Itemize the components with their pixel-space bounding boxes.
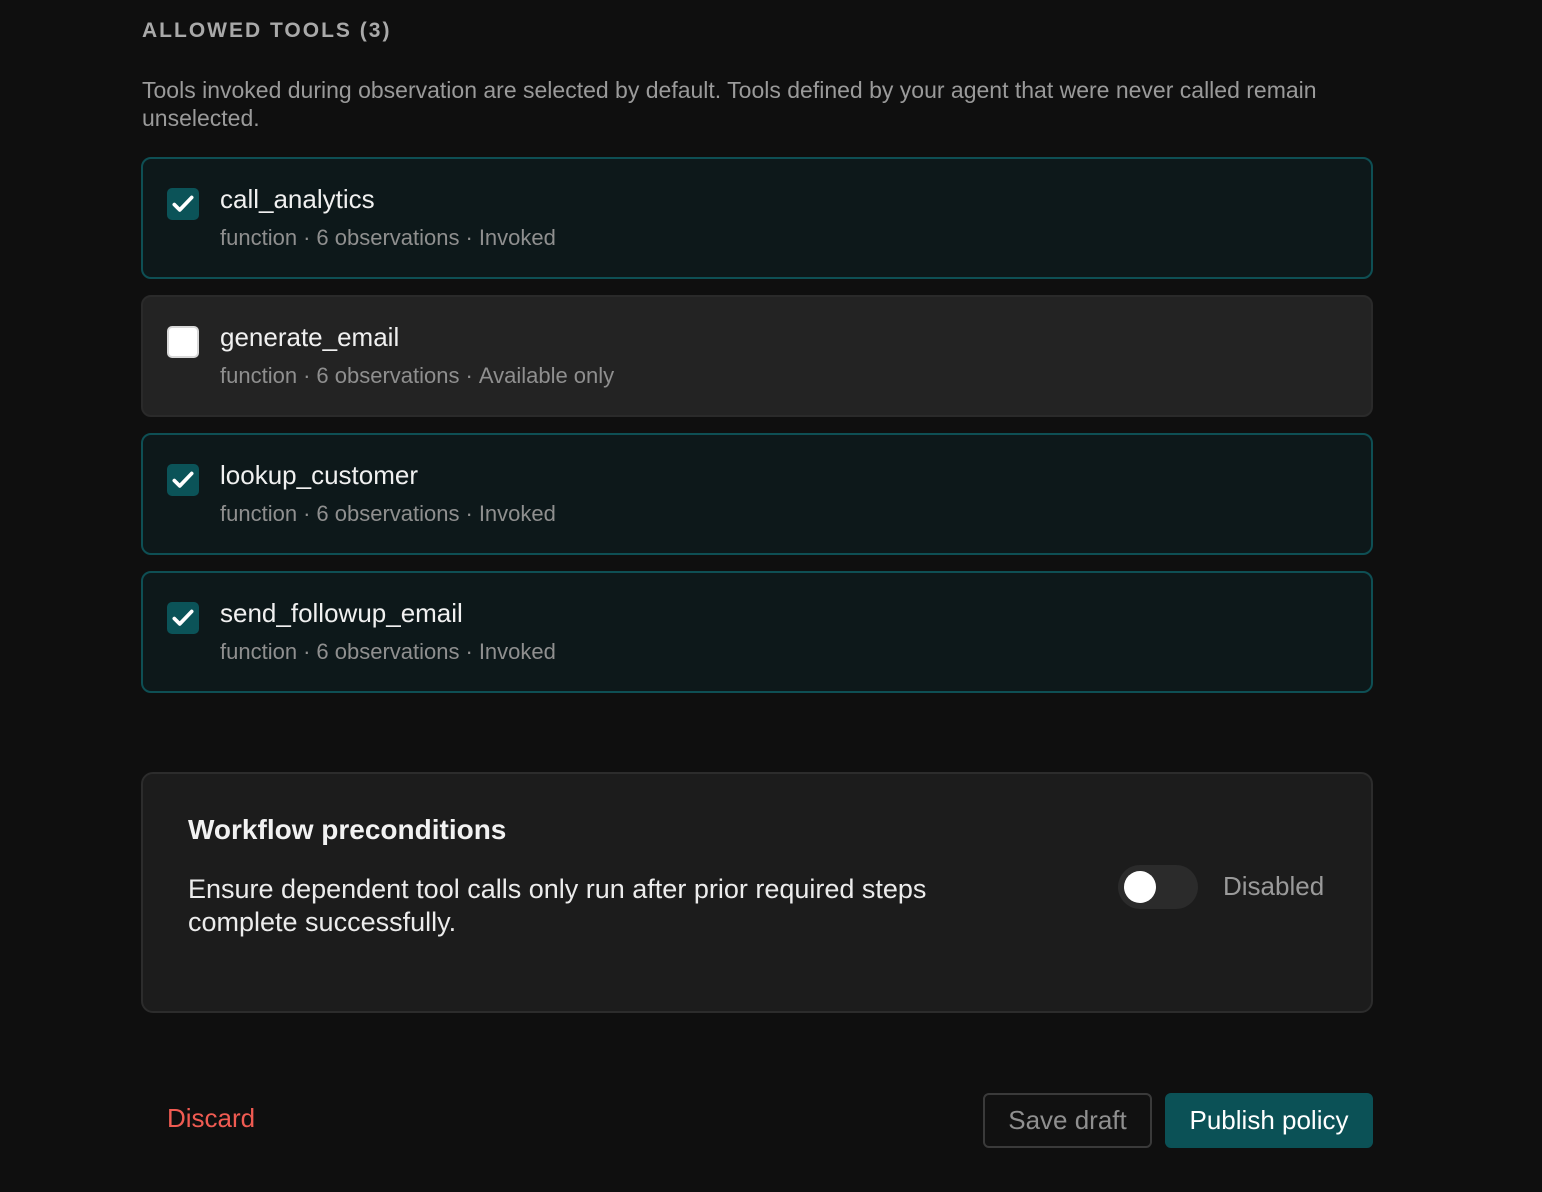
check-icon — [172, 609, 194, 626]
meta-separator: · — [303, 363, 311, 388]
meta-separator: · — [465, 501, 473, 526]
meta-separator: · — [465, 363, 473, 388]
tool-checkbox[interactable] — [167, 602, 199, 634]
section-heading: ALLOWED TOOLS (3) — [142, 19, 392, 42]
tool-card-lookup-customer[interactable]: lookup_customer function · 6 observations ·… — [141, 433, 1373, 555]
discard-button[interactable]: Discard — [167, 1103, 255, 1134]
tool-observations: 6 observations — [316, 501, 460, 526]
workflow-preconditions-panel: Workflow preconditions Ensure dependent … — [141, 772, 1373, 1013]
tool-name: call_analytics — [220, 184, 375, 214]
tool-name: generate_email — [220, 322, 400, 352]
tool-status: Invoked — [478, 639, 556, 664]
tool-status: Available only — [478, 363, 615, 388]
tool-checkbox[interactable] — [167, 326, 199, 358]
meta-separator: · — [303, 501, 311, 526]
tool-card-send-followup-email[interactable]: send_followup_email function · 6 observati… — [141, 571, 1373, 693]
tool-type: function — [220, 501, 298, 526]
tool-checkbox[interactable] — [167, 188, 199, 220]
meta-separator: · — [465, 639, 473, 664]
tool-status: Invoked — [478, 501, 556, 526]
tool-type: function — [220, 363, 298, 388]
tool-meta: function · 6 observations · Invoked — [220, 639, 556, 665]
meta-separator: · — [465, 225, 473, 250]
meta-separator: · — [303, 225, 311, 250]
tool-checkbox[interactable] — [167, 464, 199, 496]
publish-policy-button[interactable]: Publish policy — [1165, 1093, 1373, 1148]
tool-type: function — [220, 639, 298, 664]
toggle-state-label: Disabled — [1223, 871, 1325, 901]
preconditions-title: Workflow preconditions — [188, 814, 507, 845]
tool-card-generate-email[interactable]: generate_email function · 6 observations · A… — [141, 295, 1373, 417]
tool-meta: function · 6 observations · Invoked — [220, 225, 556, 251]
tool-card-call-analytics[interactable]: call_analytics function · 6 observations · I… — [141, 157, 1373, 279]
tool-observations: 6 observations — [316, 225, 460, 250]
check-icon — [172, 195, 194, 212]
preconditions-toggle[interactable] — [1118, 865, 1198, 909]
tool-observations: 6 observations — [316, 639, 460, 664]
tool-observations: 6 observations — [316, 363, 460, 388]
tool-name: lookup_customer — [220, 460, 418, 490]
preconditions-description: Ensure dependent tool calls only run aft… — [188, 874, 927, 937]
tool-status: Invoked — [478, 225, 556, 250]
meta-separator: · — [303, 639, 311, 664]
tool-list: call_analytics function · 6 observations · I… — [141, 157, 1373, 709]
tool-name: send_followup_email — [220, 598, 463, 628]
save-draft-button[interactable]: Save draft — [983, 1093, 1152, 1148]
toggle-knob — [1124, 871, 1156, 903]
tool-type: function — [220, 225, 298, 250]
tool-meta: function · 6 observations · Invoked — [220, 501, 556, 527]
section-description: Tools invoked during observation are sel… — [142, 77, 1317, 131]
check-icon — [172, 471, 194, 488]
tool-meta: function · 6 observations · Available only — [220, 363, 614, 389]
